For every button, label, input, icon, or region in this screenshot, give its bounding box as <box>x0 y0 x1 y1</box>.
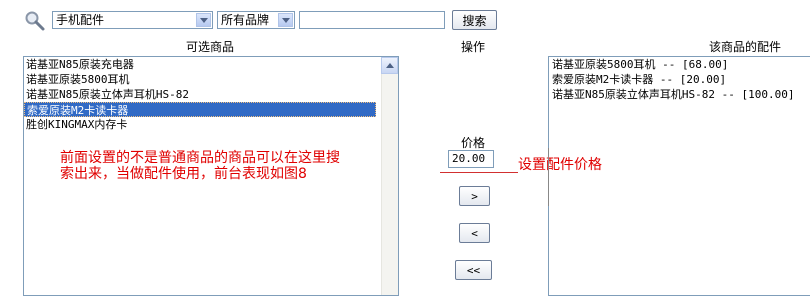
list-item[interactable]: 诺基亚N85原装立体声耳机HS-82 <box>24 87 378 102</box>
chevron-down-icon[interactable] <box>196 13 211 27</box>
remove-button[interactable]: < <box>459 223 490 243</box>
search-button[interactable]: 搜索 <box>452 10 497 30</box>
annotation-note: 前面设置的不是普通商品的商品可以在这里搜索出来，当做配件使用，前台表现如图8 <box>60 150 340 182</box>
list-item[interactable]: 诺基亚N85原装充电器 <box>24 57 378 72</box>
price-input[interactable]: 20.00 <box>448 150 494 168</box>
category-select-value: 手机配件 <box>56 13 105 27</box>
list-item[interactable]: 索爱原装M2卡读卡器 -- [20.00] <box>549 72 810 87</box>
linked-goods-list[interactable]: 诺基亚原装5800耳机 -- [68.00] 索爱原装M2卡读卡器 -- [20… <box>548 56 810 296</box>
chevron-down-icon[interactable] <box>278 13 293 27</box>
search-icon <box>24 10 46 32</box>
category-select[interactable]: 手机配件 <box>52 11 213 29</box>
scrollbar[interactable] <box>381 57 398 295</box>
list-item[interactable]: 诺基亚N85原装立体声耳机HS-82 -- [100.00] <box>549 87 810 102</box>
add-button[interactable]: > <box>459 186 490 206</box>
list-item-selected[interactable]: 索爱原装M2卡读卡器 <box>24 102 376 117</box>
list-item[interactable]: 胜创KINGMAX内存卡 <box>24 117 378 132</box>
keyword-input[interactable] <box>299 11 445 29</box>
price-annotation: 设置配件价格 <box>518 157 602 173</box>
annotation-underline <box>440 172 518 173</box>
brand-select[interactable]: 所有品牌 <box>217 11 295 29</box>
list-item[interactable]: 诺基亚原装5800耳机 <box>24 72 378 87</box>
annotation-divider <box>548 148 549 206</box>
available-goods-header: 可选商品 <box>185 40 234 54</box>
linked-goods-header: 该商品的配件 <box>708 40 781 54</box>
brand-select-value: 所有品牌 <box>221 13 270 27</box>
operation-header: 操作 <box>460 40 485 54</box>
scroll-up-arrow-icon[interactable] <box>381 57 398 74</box>
remove-all-button[interactable]: << <box>455 260 492 280</box>
list-item[interactable]: 诺基亚原装5800耳机 -- [68.00] <box>549 57 810 72</box>
price-label: 价格 <box>460 136 485 150</box>
